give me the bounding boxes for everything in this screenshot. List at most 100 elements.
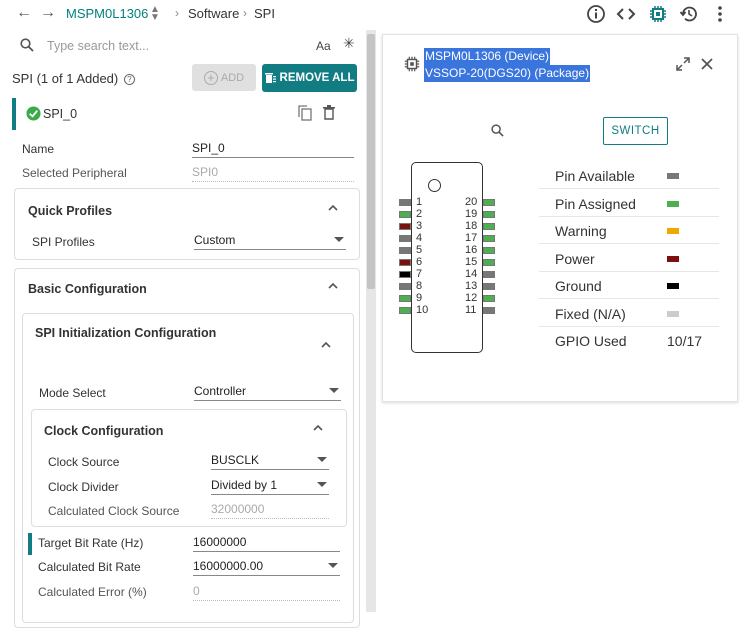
add-button[interactable]: + ADD xyxy=(192,64,256,91)
legend-row: Warning xyxy=(539,217,719,244)
chip-icon[interactable] xyxy=(648,4,668,24)
instance-selected-indicator xyxy=(12,98,16,130)
module-config-panel: Type search text... Aa ✳ SPI (1 of 1 Add… xyxy=(0,30,366,628)
pin-6[interactable] xyxy=(399,259,411,266)
mode-select[interactable]: Controller xyxy=(194,382,341,401)
instance-item-spi0[interactable]: SPI_0 xyxy=(12,98,362,130)
clock-source-select[interactable]: BUSCLK xyxy=(211,451,329,470)
legend-label: Ground xyxy=(555,278,602,294)
pin-number: 17 xyxy=(465,232,478,244)
help-icon[interactable]: ? xyxy=(123,74,135,86)
pin-7[interactable] xyxy=(399,271,411,278)
target-bit-rate-label: Target Bit Rate (Hz) xyxy=(38,536,144,550)
pin-18[interactable] xyxy=(483,223,495,230)
legend-label: Pin Available xyxy=(555,168,635,184)
pin-5[interactable] xyxy=(399,247,411,254)
basic-configuration-title: Basic Configuration xyxy=(28,282,147,296)
legend-label: Pin Assigned xyxy=(555,195,636,212)
legend-label: Warning xyxy=(555,223,607,239)
pin-19[interactable] xyxy=(483,211,495,218)
pin-16[interactable] xyxy=(483,247,495,254)
pin-12[interactable] xyxy=(483,295,495,302)
legend-swatch xyxy=(667,283,679,289)
search-icon xyxy=(20,38,34,52)
target-bit-rate-input[interactable]: 16000000 xyxy=(193,533,340,552)
clock-divider-select[interactable]: Divided by 1 xyxy=(211,476,329,495)
switch-button[interactable]: SWITCH xyxy=(603,117,668,145)
field-focus-indicator xyxy=(28,533,32,555)
breadcrumb-spi[interactable]: SPI xyxy=(254,6,275,21)
check-circle-icon xyxy=(26,106,41,121)
legend-swatch xyxy=(667,200,679,207)
pin-number: 18 xyxy=(465,220,478,232)
dropdown-caret-icon xyxy=(329,388,339,393)
calculated-bit-rate-select[interactable]: 16000000.00 xyxy=(193,557,340,576)
search-input[interactable]: Type search text... xyxy=(47,39,149,53)
quick-profiles-card: Quick Profiles SPI Profiles Custom xyxy=(14,188,360,260)
device-view-panel: MSPM0L1306 (Device) VSSOP-20(DGS20) (Pac… xyxy=(382,34,738,402)
clock-divider-value: Divided by 1 xyxy=(211,478,278,492)
pin-13[interactable] xyxy=(483,283,495,290)
pin-number: 1 xyxy=(416,196,423,208)
legend-row: Power xyxy=(539,245,719,272)
calculated-error-label: Calculated Error (%) xyxy=(38,585,147,599)
remove-all-button[interactable]: REMOVE ALL xyxy=(262,64,357,92)
info-icon[interactable] xyxy=(586,4,606,24)
pin-20[interactable] xyxy=(483,199,495,206)
mode-select-value: Controller xyxy=(194,384,247,398)
delete-icon[interactable] xyxy=(323,105,335,120)
pin-number: 12 xyxy=(465,292,478,304)
close-icon[interactable] xyxy=(701,58,713,70)
code-icon[interactable] xyxy=(616,4,636,24)
regex-toggle-icon[interactable]: ✳ xyxy=(343,35,355,52)
pin-4[interactable] xyxy=(399,235,411,242)
pin-number: 13 xyxy=(465,280,478,292)
calculated-error-value: 0 xyxy=(193,584,200,598)
pin-number: 7 xyxy=(416,268,423,280)
history-icon[interactable] xyxy=(679,4,699,24)
chevron-up-icon[interactable] xyxy=(312,422,324,434)
breadcrumb-separator-icon: › xyxy=(243,6,247,20)
legend-row: Pin Available xyxy=(539,162,719,189)
selected-peripheral-field: SPI0 xyxy=(192,163,354,182)
breadcrumb-device[interactable]: MSPM0L1306 xyxy=(66,6,148,21)
pin-number: 10 xyxy=(416,304,429,316)
spi-profiles-select[interactable]: Custom xyxy=(194,231,346,250)
copy-icon[interactable] xyxy=(298,105,312,121)
spi-profiles-value: Custom xyxy=(194,233,236,247)
pin-11[interactable] xyxy=(483,307,495,314)
expand-icon[interactable] xyxy=(676,57,690,71)
clock-divider-label: Clock Divider xyxy=(48,480,119,494)
pin-3[interactable] xyxy=(399,223,411,230)
match-case-toggle[interactable]: Aa xyxy=(316,39,331,53)
pin-17[interactable] xyxy=(483,235,495,242)
calculated-bit-rate-value: 16000000.00 xyxy=(193,559,264,573)
device-name: MSPM0L1306 (Device) xyxy=(424,48,551,65)
zoom-search-icon[interactable] xyxy=(491,124,504,137)
chevron-up-icon[interactable] xyxy=(320,339,332,351)
device-switcher-icon[interactable]: ▲ ▼ xyxy=(150,5,160,23)
instance-name: SPI_0 xyxy=(43,107,78,121)
forward-arrow-icon[interactable]: → xyxy=(40,4,56,22)
scrollbar-thumb[interactable] xyxy=(367,34,375,289)
pin-number: 19 xyxy=(465,208,478,220)
pin-2[interactable] xyxy=(399,211,411,218)
clock-source-value: BUSCLK xyxy=(211,453,260,467)
pin-1[interactable] xyxy=(399,199,411,206)
more-vert-icon[interactable] xyxy=(710,4,730,24)
gpio-used-label: GPIO Used xyxy=(555,333,627,349)
name-field[interactable]: SPI_0 xyxy=(192,139,354,158)
back-arrow-icon[interactable]: ← xyxy=(16,4,32,22)
pin-14[interactable] xyxy=(483,271,495,278)
pin-15[interactable] xyxy=(483,259,495,266)
legend-swatch xyxy=(667,173,679,179)
breadcrumb-software[interactable]: Software xyxy=(188,6,239,21)
chevron-up-icon[interactable] xyxy=(327,280,339,292)
dropdown-caret-icon xyxy=(317,482,327,487)
dropdown-caret-icon xyxy=(328,563,338,568)
pin-10[interactable] xyxy=(399,307,411,314)
calculated-clock-source-field: 32000000 xyxy=(211,500,329,519)
chevron-up-icon[interactable] xyxy=(327,202,339,214)
pin-9[interactable] xyxy=(399,295,411,302)
pin-8[interactable] xyxy=(399,283,411,290)
